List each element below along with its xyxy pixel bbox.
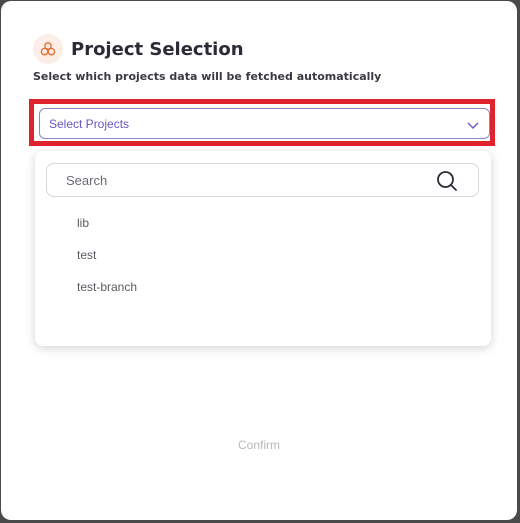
- search-icon[interactable]: [436, 170, 458, 197]
- project-option-lib[interactable]: lib: [77, 216, 89, 230]
- search-field[interactable]: [46, 163, 479, 197]
- dialog-subtitle: Select which projects data will be fetch…: [33, 70, 382, 83]
- project-option-test[interactable]: test: [77, 248, 96, 262]
- project-select-placeholder: Select Projects: [49, 116, 130, 131]
- search-input[interactable]: [64, 171, 428, 189]
- confirm-button[interactable]: Confirm: [1, 438, 517, 452]
- project-selection-dialog: Project Selection Select which projects …: [1, 1, 517, 520]
- chevron-down-icon[interactable]: [467, 118, 479, 136]
- select-highlight-frame: Select Projects: [29, 99, 495, 146]
- cluster-circles-icon: [33, 34, 63, 64]
- project-option-test-branch[interactable]: test-branch: [77, 280, 137, 294]
- project-dropdown: lib test test-branch: [35, 151, 491, 346]
- project-select[interactable]: Select Projects: [39, 108, 490, 139]
- dialog-header: Project Selection: [33, 34, 244, 64]
- dialog-title: Project Selection: [71, 38, 244, 60]
